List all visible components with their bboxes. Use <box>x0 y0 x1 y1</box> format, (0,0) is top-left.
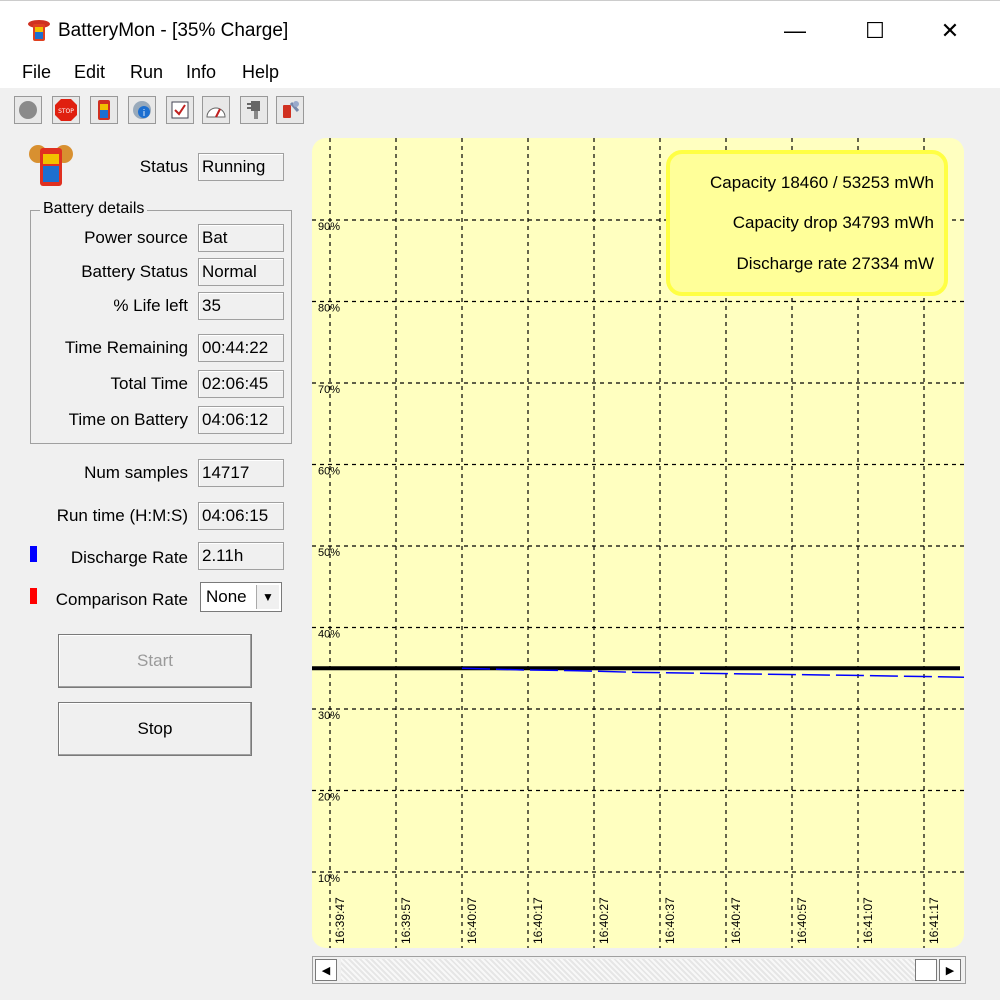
y-tick-label: 20% <box>318 792 340 804</box>
capacity-info-line: Discharge rate 27334 mW <box>737 254 934 273</box>
y-tick-label: 70% <box>318 384 340 396</box>
num-samples-field: 14717 <box>198 459 284 487</box>
battery-chart: 10% 20% 30% 40% 50% 60% 70% 80% 90% 16:39:47 16:3… <box>312 138 964 948</box>
x-tick-label: 16:40:57 <box>795 897 809 944</box>
batterymon-window: BatteryMon - [35% Charge] — ☐ ✕ File Edi… <box>0 0 1000 1000</box>
status-field: Running <box>198 153 284 181</box>
x-tick-label: 16:40:27 <box>597 897 611 944</box>
y-tick-label: 60% <box>318 466 340 478</box>
minimize-button[interactable]: — <box>765 11 825 51</box>
svg-text:i: i <box>143 109 146 119</box>
run-time-field: 04:06:15 <box>198 502 284 530</box>
record-button[interactable] <box>14 96 42 124</box>
battery-toolbar-button[interactable] <box>90 96 118 124</box>
stop-icon: STOP <box>55 99 77 121</box>
time-remaining-label: Time Remaining <box>64 338 188 357</box>
window-title: BatteryMon - [35% Charge] <box>58 20 289 41</box>
chart-scrollbar[interactable]: ◀ ▶ <box>312 956 966 984</box>
menu-file[interactable]: File <box>22 62 51 83</box>
menu-run[interactable]: Run <box>130 62 163 83</box>
battery-info-button[interactable]: i <box>128 96 156 124</box>
checklist-button[interactable] <box>166 96 194 124</box>
start-button[interactable]: Start <box>58 634 252 688</box>
time-remaining-field: 00:44:22 <box>198 334 284 362</box>
battery-details-title: Battery details <box>40 200 148 218</box>
power-source-field: Bat <box>198 224 284 252</box>
scroll-left-icon[interactable]: ◀ <box>315 959 337 981</box>
x-tick-label: 16:39:57 <box>399 897 413 944</box>
toolbar: STOP i <box>0 92 320 128</box>
time-on-battery-field: 04:06:12 <box>198 406 284 434</box>
menu-edit[interactable]: Edit <box>74 62 105 83</box>
capacity-info-line: Capacity 18460 / 53253 mWh <box>710 173 934 192</box>
gauge-button[interactable] <box>202 96 230 124</box>
x-tick-label: 16:40:47 <box>729 897 743 944</box>
dropdown-arrow-icon[interactable]: ▼ <box>256 585 279 609</box>
stop-toolbar-button[interactable]: STOP <box>52 96 80 124</box>
checklist-icon <box>171 101 189 119</box>
y-tick-label: 90% <box>318 221 340 233</box>
svg-text:STOP: STOP <box>58 108 74 115</box>
y-tick-label: 10% <box>318 873 340 885</box>
maximize-button[interactable]: ☐ <box>845 11 905 51</box>
x-tick-label: 16:40:17 <box>531 897 545 944</box>
num-samples-label: Num samples <box>84 463 188 482</box>
record-icon <box>19 101 37 119</box>
capacity-info-text: Capacity 18460 / 53253 mWh Capacity drop … <box>710 173 934 273</box>
life-left-field: 35 <box>198 292 284 320</box>
discharge-rate-field: 2.11h <box>198 542 284 570</box>
battery-info-icon: i <box>133 101 151 119</box>
comparison-rate-label: Comparison Rate <box>55 590 188 609</box>
plug-icon <box>247 101 260 119</box>
x-tick-label: 16:41:17 <box>927 897 941 944</box>
battery-status-field: Normal <box>198 258 284 286</box>
life-left-label: % Life left <box>113 296 188 315</box>
comparison-rate-value: None <box>206 587 247 606</box>
comparison-rate-swatch <box>30 588 37 604</box>
stop-button[interactable]: Stop <box>58 702 252 756</box>
x-tick-label: 16:40:37 <box>663 897 677 944</box>
y-tick-label: 80% <box>318 303 340 315</box>
total-time-label: Total Time <box>110 374 188 393</box>
battery-status-icon <box>29 145 73 186</box>
menu-help[interactable]: Help <box>242 62 279 83</box>
run-time-label: Run time (H:M:S) <box>56 506 188 525</box>
x-tick-label: 16:41:07 <box>861 897 875 944</box>
battery-icon <box>98 100 110 120</box>
scroll-right-icon[interactable]: ▶ <box>939 959 961 981</box>
battery-status-label: Battery Status <box>81 262 188 281</box>
scroll-track[interactable] <box>341 959 933 981</box>
status-label: Status <box>139 157 188 176</box>
y-tick-label: 40% <box>318 629 340 641</box>
y-tick-label: 30% <box>318 710 340 722</box>
tools-icon <box>283 101 300 118</box>
menu-bar: File Edit Run Info Help <box>0 58 1000 88</box>
total-time-field: 02:06:45 <box>198 370 284 398</box>
time-on-battery-label: Time on Battery <box>68 410 188 429</box>
tools-button[interactable] <box>276 96 304 124</box>
discharge-rate-swatch <box>30 546 37 562</box>
scroll-thumb[interactable] <box>915 959 937 981</box>
title-bar: BatteryMon - [35% Charge] — ☐ ✕ <box>0 0 1000 58</box>
y-tick-label: 50% <box>318 547 340 559</box>
capacity-info-line: Capacity drop 34793 mWh <box>733 213 934 232</box>
close-button[interactable]: ✕ <box>920 11 980 51</box>
x-tick-label: 16:40:07 <box>465 897 479 944</box>
power-source-label: Power source <box>84 228 188 247</box>
discharge-rate-label: Discharge Rate <box>70 548 188 567</box>
app-battery-icon <box>28 20 50 41</box>
plug-button[interactable] <box>240 96 268 124</box>
gauge-icon <box>206 107 226 118</box>
menu-info[interactable]: Info <box>186 62 216 83</box>
x-tick-label: 16:39:47 <box>333 897 347 944</box>
comparison-rate-select[interactable]: None ▼ <box>200 582 282 612</box>
